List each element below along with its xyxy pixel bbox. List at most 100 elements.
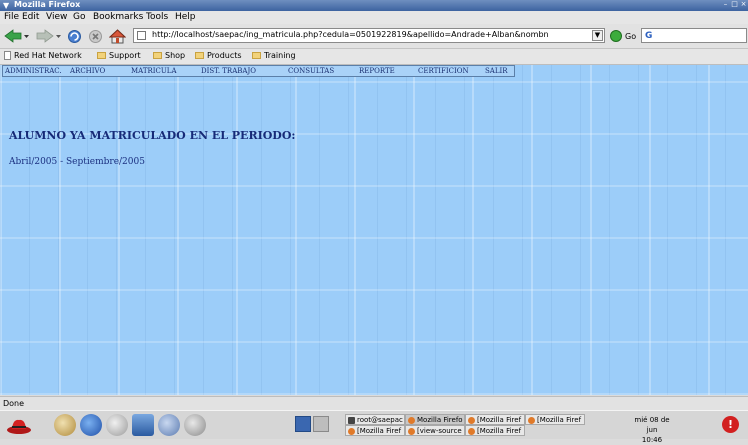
browser-launcher-icon[interactable] — [80, 414, 102, 436]
google-search-icon: G — [645, 30, 653, 41]
taskbar-item[interactable]: [Mozilla Firef — [345, 425, 405, 436]
address-bar[interactable]: http://localhost/saepac/ing_matricula.ph… — [133, 28, 605, 43]
menu-edit[interactable]: Edit — [22, 12, 39, 22]
taskbar-item-label: [Mozilla Firef — [537, 416, 582, 424]
menu-bookmarks[interactable]: Bookmarks — [93, 12, 143, 22]
folder-icon — [252, 52, 261, 59]
reload-button[interactable] — [66, 28, 82, 44]
workspace-2[interactable] — [313, 416, 329, 432]
bookmark-label: Training — [264, 51, 296, 60]
minimize-button[interactable]: – — [722, 1, 729, 8]
reload-icon — [67, 29, 81, 43]
site-menu-archivo[interactable]: ARCHIVO — [70, 67, 105, 75]
page-icon — [4, 51, 11, 60]
site-menu-reporte[interactable]: REPORTE — [359, 67, 395, 75]
folder-icon — [195, 52, 204, 59]
impress-launcher-icon[interactable] — [158, 414, 180, 436]
firefox-icon — [468, 417, 475, 424]
firefox-icon — [528, 417, 535, 424]
taskbar-item-label: [Mozilla Firef — [357, 427, 402, 435]
taskbar-item[interactable]: [Mozilla Firef — [465, 414, 525, 425]
print-launcher-icon[interactable] — [184, 414, 206, 436]
page-icon — [137, 31, 146, 40]
taskbar-item[interactable]: [view-source — [405, 425, 465, 436]
bookmark-label: Support — [109, 51, 141, 60]
site-menu-dist-trabajo[interactable]: DIST. TRABAJO — [201, 67, 256, 75]
stop-button[interactable] — [87, 28, 103, 44]
title-bar: ▼ Mozilla Firefox – □ × — [0, 0, 748, 11]
taskbar-item[interactable]: Mozilla Firefo — [405, 414, 465, 425]
clock-date: mié 08 de jun — [634, 416, 670, 434]
menu-file[interactable]: File — [4, 12, 19, 22]
page-heading: ALUMNO YA MATRICULADO EN EL PERIODO: — [9, 129, 296, 142]
folder-icon — [97, 52, 106, 59]
window-menu-icon[interactable]: ▼ — [3, 1, 9, 10]
site-menu-salir[interactable]: SALIR — [485, 67, 508, 75]
search-input[interactable]: G — [641, 28, 747, 43]
main-menu-button[interactable] — [6, 414, 32, 436]
bookmark-support[interactable]: Support — [97, 51, 141, 60]
taskbar-item-label: [Mozilla Firef — [477, 416, 522, 424]
taskbar: root@saepac Mozilla Firefo [Mozilla Fire… — [0, 410, 748, 444]
email-launcher-icon[interactable] — [54, 414, 76, 436]
go-icon — [610, 30, 622, 42]
site-menu-bar: ADMINISTRAC. ARCHIVO MATRICULA DIST. TRA… — [2, 65, 515, 77]
site-menu-consultas[interactable]: CONSULTAS — [288, 67, 334, 75]
clock-time: 10:46 — [641, 436, 663, 444]
bookmark-red-hat-network[interactable]: Red Hat Network — [4, 51, 82, 60]
firefox-icon — [348, 428, 355, 435]
site-menu-matricula[interactable]: MATRICULA — [131, 67, 177, 75]
bookmarks-toolbar: Red Hat Network Support Shop Products Tr… — [0, 49, 748, 65]
taskbar-item-label: [view-source — [417, 427, 462, 435]
address-url: http://localhost/saepac/ing_matricula.ph… — [152, 30, 549, 39]
firefox-icon — [468, 428, 475, 435]
firefox-icon — [408, 417, 415, 424]
clock[interactable]: mié 08 de jun 10:46 — [628, 415, 676, 445]
maximize-button[interactable]: □ — [731, 1, 738, 8]
firefox-icon — [408, 428, 415, 435]
taskbar-item-label: Mozilla Firefo — [417, 416, 463, 424]
forward-button[interactable] — [35, 28, 63, 44]
taskbar-item[interactable]: [Mozilla Firef — [465, 425, 525, 436]
folder-icon — [153, 52, 162, 59]
navigation-toolbar: http://localhost/saepac/ing_matricula.ph… — [0, 24, 748, 49]
terminal-icon — [348, 417, 355, 424]
red-hat-icon — [7, 419, 31, 434]
workspace-1[interactable] — [295, 416, 311, 432]
page-content: ADMINISTRAC. ARCHIVO MATRICULA DIST. TRA… — [0, 65, 748, 395]
home-button[interactable] — [108, 28, 126, 44]
taskbar-item-label: root@saepac — [357, 416, 403, 424]
calc-launcher-icon[interactable] — [132, 414, 154, 436]
go-button[interactable]: Go — [610, 28, 638, 44]
back-button[interactable] — [3, 28, 31, 44]
forward-arrow-icon — [36, 29, 61, 43]
site-menu-administrac[interactable]: ADMINISTRAC. — [5, 67, 62, 75]
site-menu-certificion[interactable]: CERTIFICION — [418, 67, 469, 75]
back-arrow-icon — [4, 29, 29, 43]
taskbar-item[interactable]: root@saepac — [345, 414, 405, 425]
window-title: Mozilla Firefox — [14, 0, 81, 9]
menu-help[interactable]: Help — [175, 12, 196, 22]
writer-launcher-icon[interactable] — [106, 414, 128, 436]
taskbar-item-label: [Mozilla Firef — [477, 427, 522, 435]
menu-bar: File Edit View Go Bookmarks Tools Help — [0, 11, 748, 24]
status-text: Done — [3, 399, 25, 408]
menu-tools[interactable]: Tools — [146, 12, 168, 22]
bookmark-label: Red Hat Network — [14, 51, 82, 60]
bookmark-products[interactable]: Products — [195, 51, 242, 60]
menu-view[interactable]: View — [46, 12, 67, 22]
bookmark-training[interactable]: Training — [252, 51, 296, 60]
go-label: Go — [625, 31, 637, 41]
update-alert-icon[interactable]: ! — [722, 416, 739, 433]
taskbar-item[interactable]: [Mozilla Firef — [525, 414, 585, 425]
home-icon — [108, 28, 126, 43]
bookmark-label: Products — [207, 51, 242, 60]
bookmark-label: Shop — [165, 51, 186, 60]
address-dropdown-button[interactable]: ▼ — [592, 30, 603, 41]
close-button[interactable]: × — [740, 1, 747, 8]
period-text: Abril/2005 - Septiembre/2005 — [9, 157, 145, 167]
menu-go[interactable]: Go — [73, 12, 85, 22]
bookmark-shop[interactable]: Shop — [153, 51, 185, 60]
status-bar: Done — [0, 396, 748, 411]
stop-icon — [88, 29, 102, 43]
